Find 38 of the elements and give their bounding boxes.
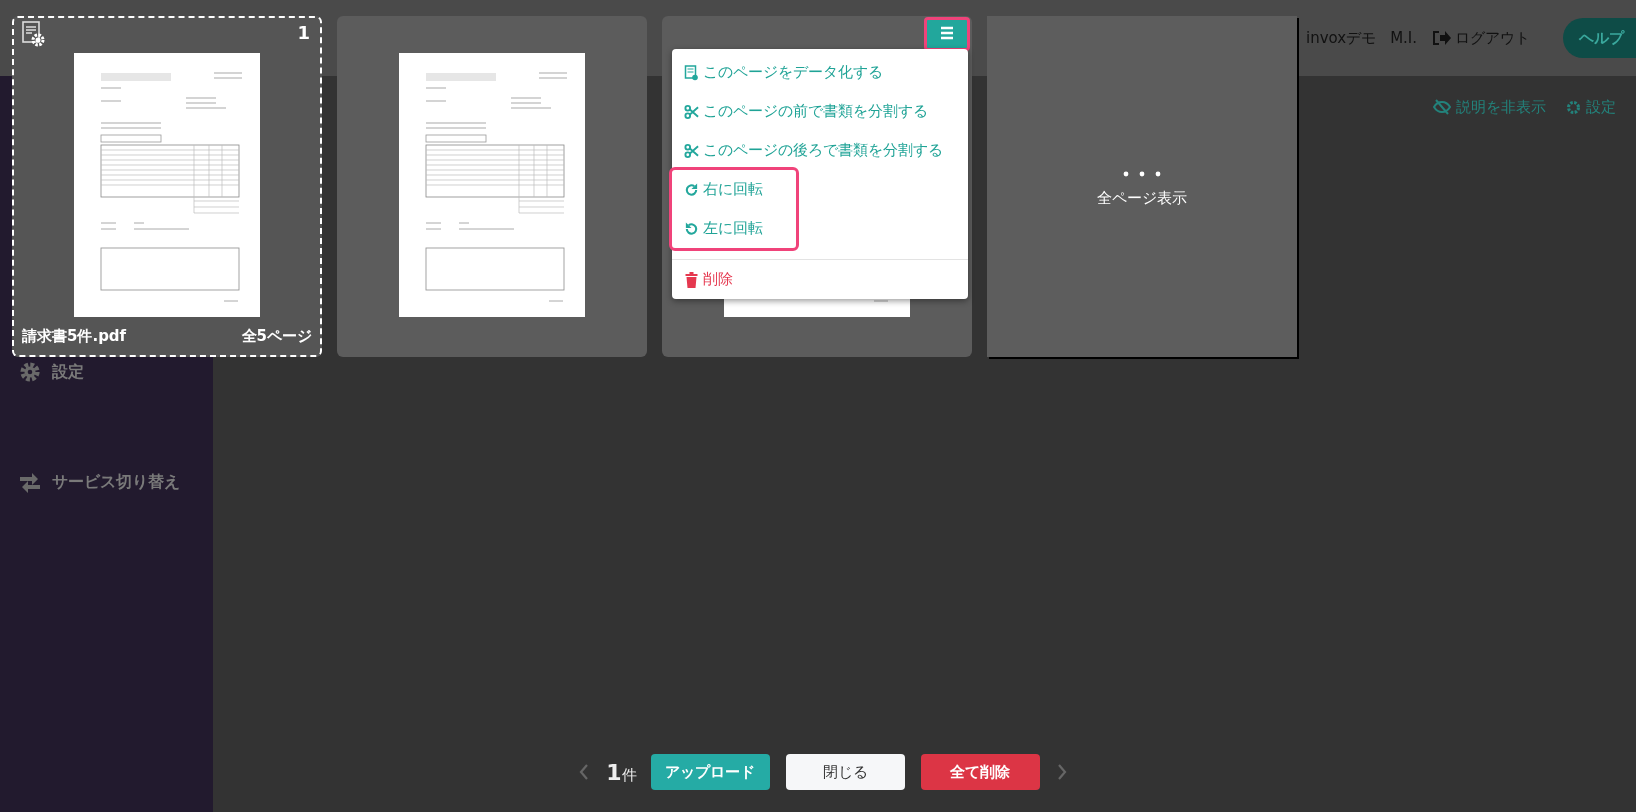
scissors-icon [684,103,699,120]
switch-arrows-icon [18,471,42,493]
menu-item[interactable]: 削除 [672,260,968,299]
help-button[interactable]: ヘルプ [1563,18,1636,58]
page-number: 1 [297,22,310,43]
file-name: 請求書5件.pdf [22,327,127,346]
action-button[interactable]: アップロード [650,754,770,790]
data-conversion-icon [21,21,45,47]
data-conversion-icon [684,64,699,81]
menu-item[interactable]: 左に回転 [672,209,796,248]
hide-help-button[interactable]: 説明を非表示 [1433,97,1546,117]
logout-icon [1431,29,1452,47]
page-card[interactable]: このページをデータ化する このページの前で書類を分割する このページの後ろで書類を分割する 右に回転 左に回転 削除 [662,16,972,357]
action-button[interactable]: 閉じる [785,754,905,790]
settings-icon [18,361,42,383]
eye-slash-icon [1433,99,1451,115]
page-card[interactable] [337,16,647,357]
sidebar-item[interactable]: サービス切り替え [0,469,213,495]
menu-item[interactable]: このページをデータ化する [672,53,968,92]
sidebar-item[interactable]: 設定 [0,359,213,385]
page-count: 全5ページ [241,327,312,346]
settings-icon [1566,99,1581,115]
ellipsis-icon [1122,171,1162,177]
show-all-pages-card[interactable]: 全ページ表示 [987,16,1297,357]
user-name: M.I. [1390,29,1418,47]
menu-button[interactable] [924,17,970,51]
menu-item[interactable]: このページの前で書類を分割する [672,92,968,131]
rotate-right-icon [684,181,699,198]
rotate-left-icon [684,220,699,237]
trash-icon [684,271,699,288]
menu-item[interactable]: このページの後ろで書類を分割する [672,131,968,170]
action-button[interactable]: 全て削除 [920,754,1040,790]
item-count: 1件 [606,759,637,785]
scissors-icon [684,142,699,159]
page-card[interactable]: 1 請求書5件.pdf 全5ページ [12,16,322,357]
menu-icon [940,26,954,42]
settings-button[interactable]: 設定 [1566,97,1616,117]
menu-item[interactable]: 右に回転 [672,170,796,209]
